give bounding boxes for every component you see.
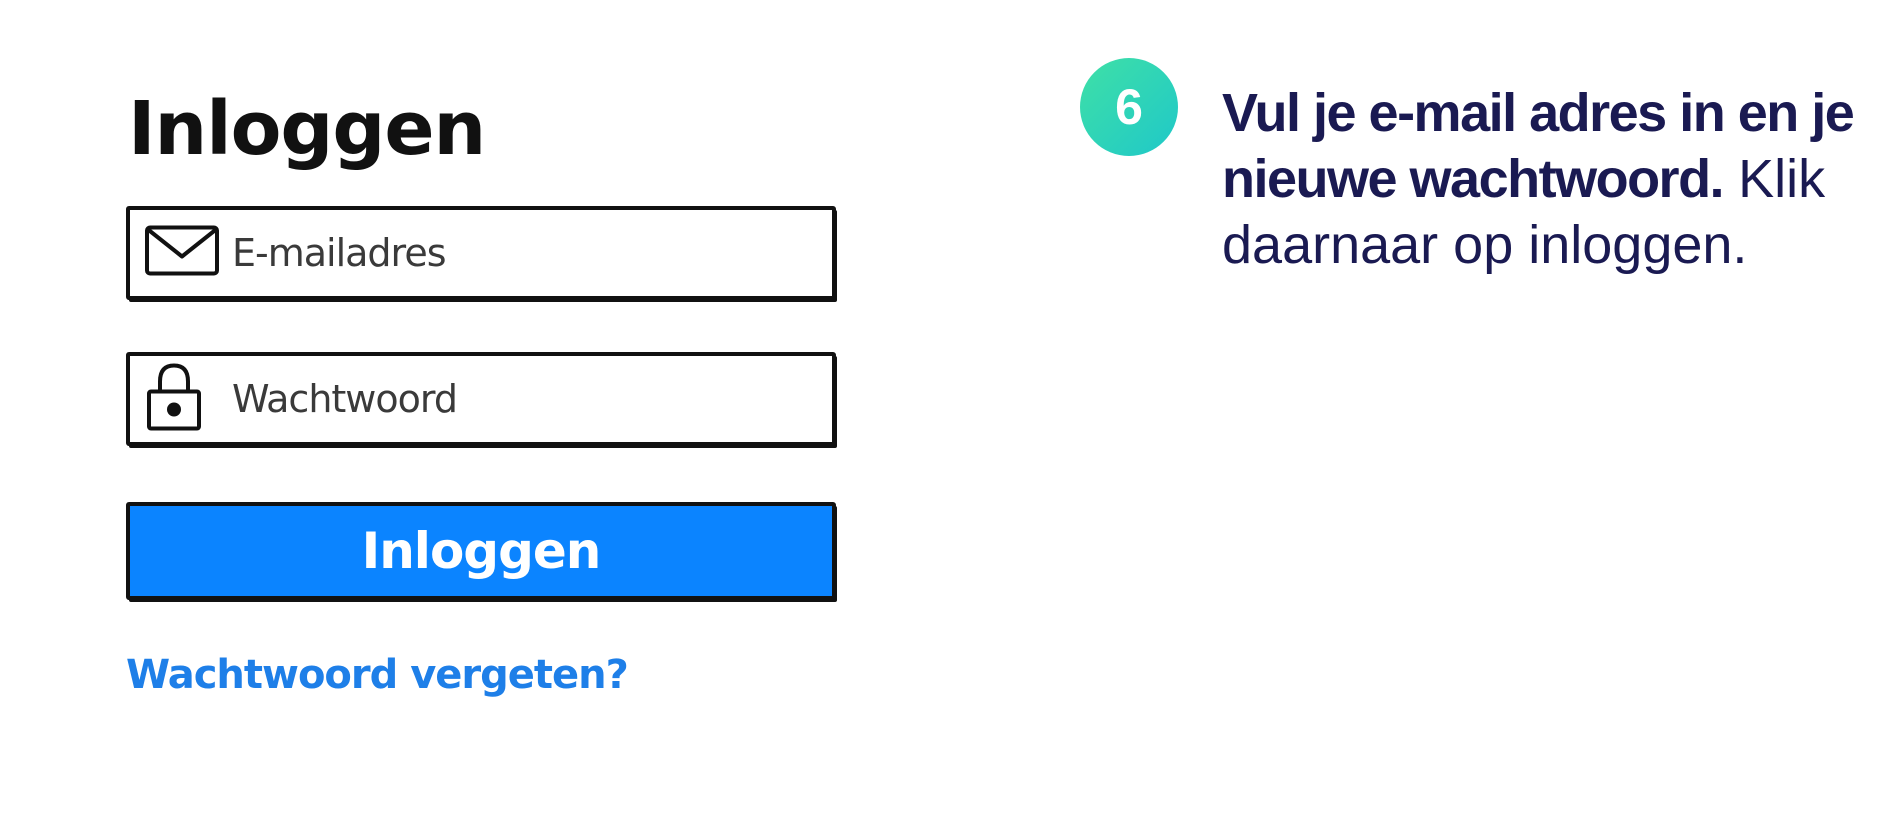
instruction-bold-line-1: Vul je e-mail adres in en je [1222,83,1855,143]
instruction-text: Vul je e-mail adres in en je nieuwe wach… [1222,80,1890,278]
step-number: 6 [1115,79,1143,135]
login-button[interactable]: Inloggen [126,502,836,600]
email-field[interactable]: E-mailadres [126,206,836,300]
page-title: Inloggen [128,86,486,172]
password-field[interactable]: Wachtwoord [126,352,836,446]
padlock-icon [144,362,204,437]
login-button-label: Inloggen [361,522,602,580]
email-placeholder: E-mailadres [232,231,447,275]
instruction-normal-line-3: daarnaar op inloggen. [1222,215,1748,275]
instruction-bold-line-2: nieuwe wachtwoord. [1222,149,1725,209]
password-placeholder: Wachtwoord [232,377,458,421]
mail-envelope-icon [144,225,220,282]
instruction-normal-line-2: Klik [1738,149,1826,209]
forgot-password-link[interactable]: Wachtwoord vergeten? [126,652,629,698]
step-badge: 6 [1080,58,1178,156]
